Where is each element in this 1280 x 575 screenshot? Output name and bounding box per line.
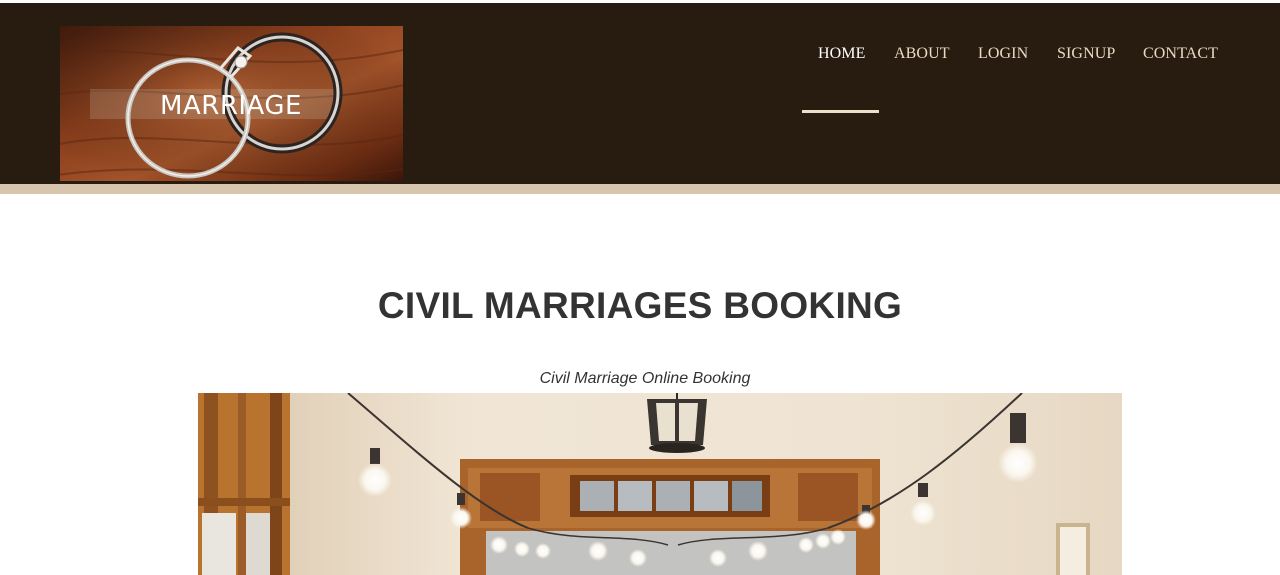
hero-image <box>198 393 1122 575</box>
nav-contact[interactable]: CONTACT <box>1143 45 1218 63</box>
nav-about[interactable]: ABOUT <box>894 45 950 63</box>
nav-signup[interactable]: SIGNUP <box>1057 45 1115 63</box>
venue-photo <box>198 393 1122 575</box>
header-divider <box>0 184 1280 194</box>
nav-active-indicator <box>802 110 879 113</box>
nav-home[interactable]: HOME <box>818 45 866 63</box>
main-nav: HOME ABOUT LOGIN SIGNUP CONTACT <box>0 45 1280 69</box>
nav-login[interactable]: LOGIN <box>978 45 1028 63</box>
logo-text: MARRIAGE <box>160 91 302 121</box>
page-title: CIVIL MARRIAGES BOOKING <box>377 285 903 326</box>
page-subtitle: Civil Marriage Online Booking <box>539 370 751 387</box>
